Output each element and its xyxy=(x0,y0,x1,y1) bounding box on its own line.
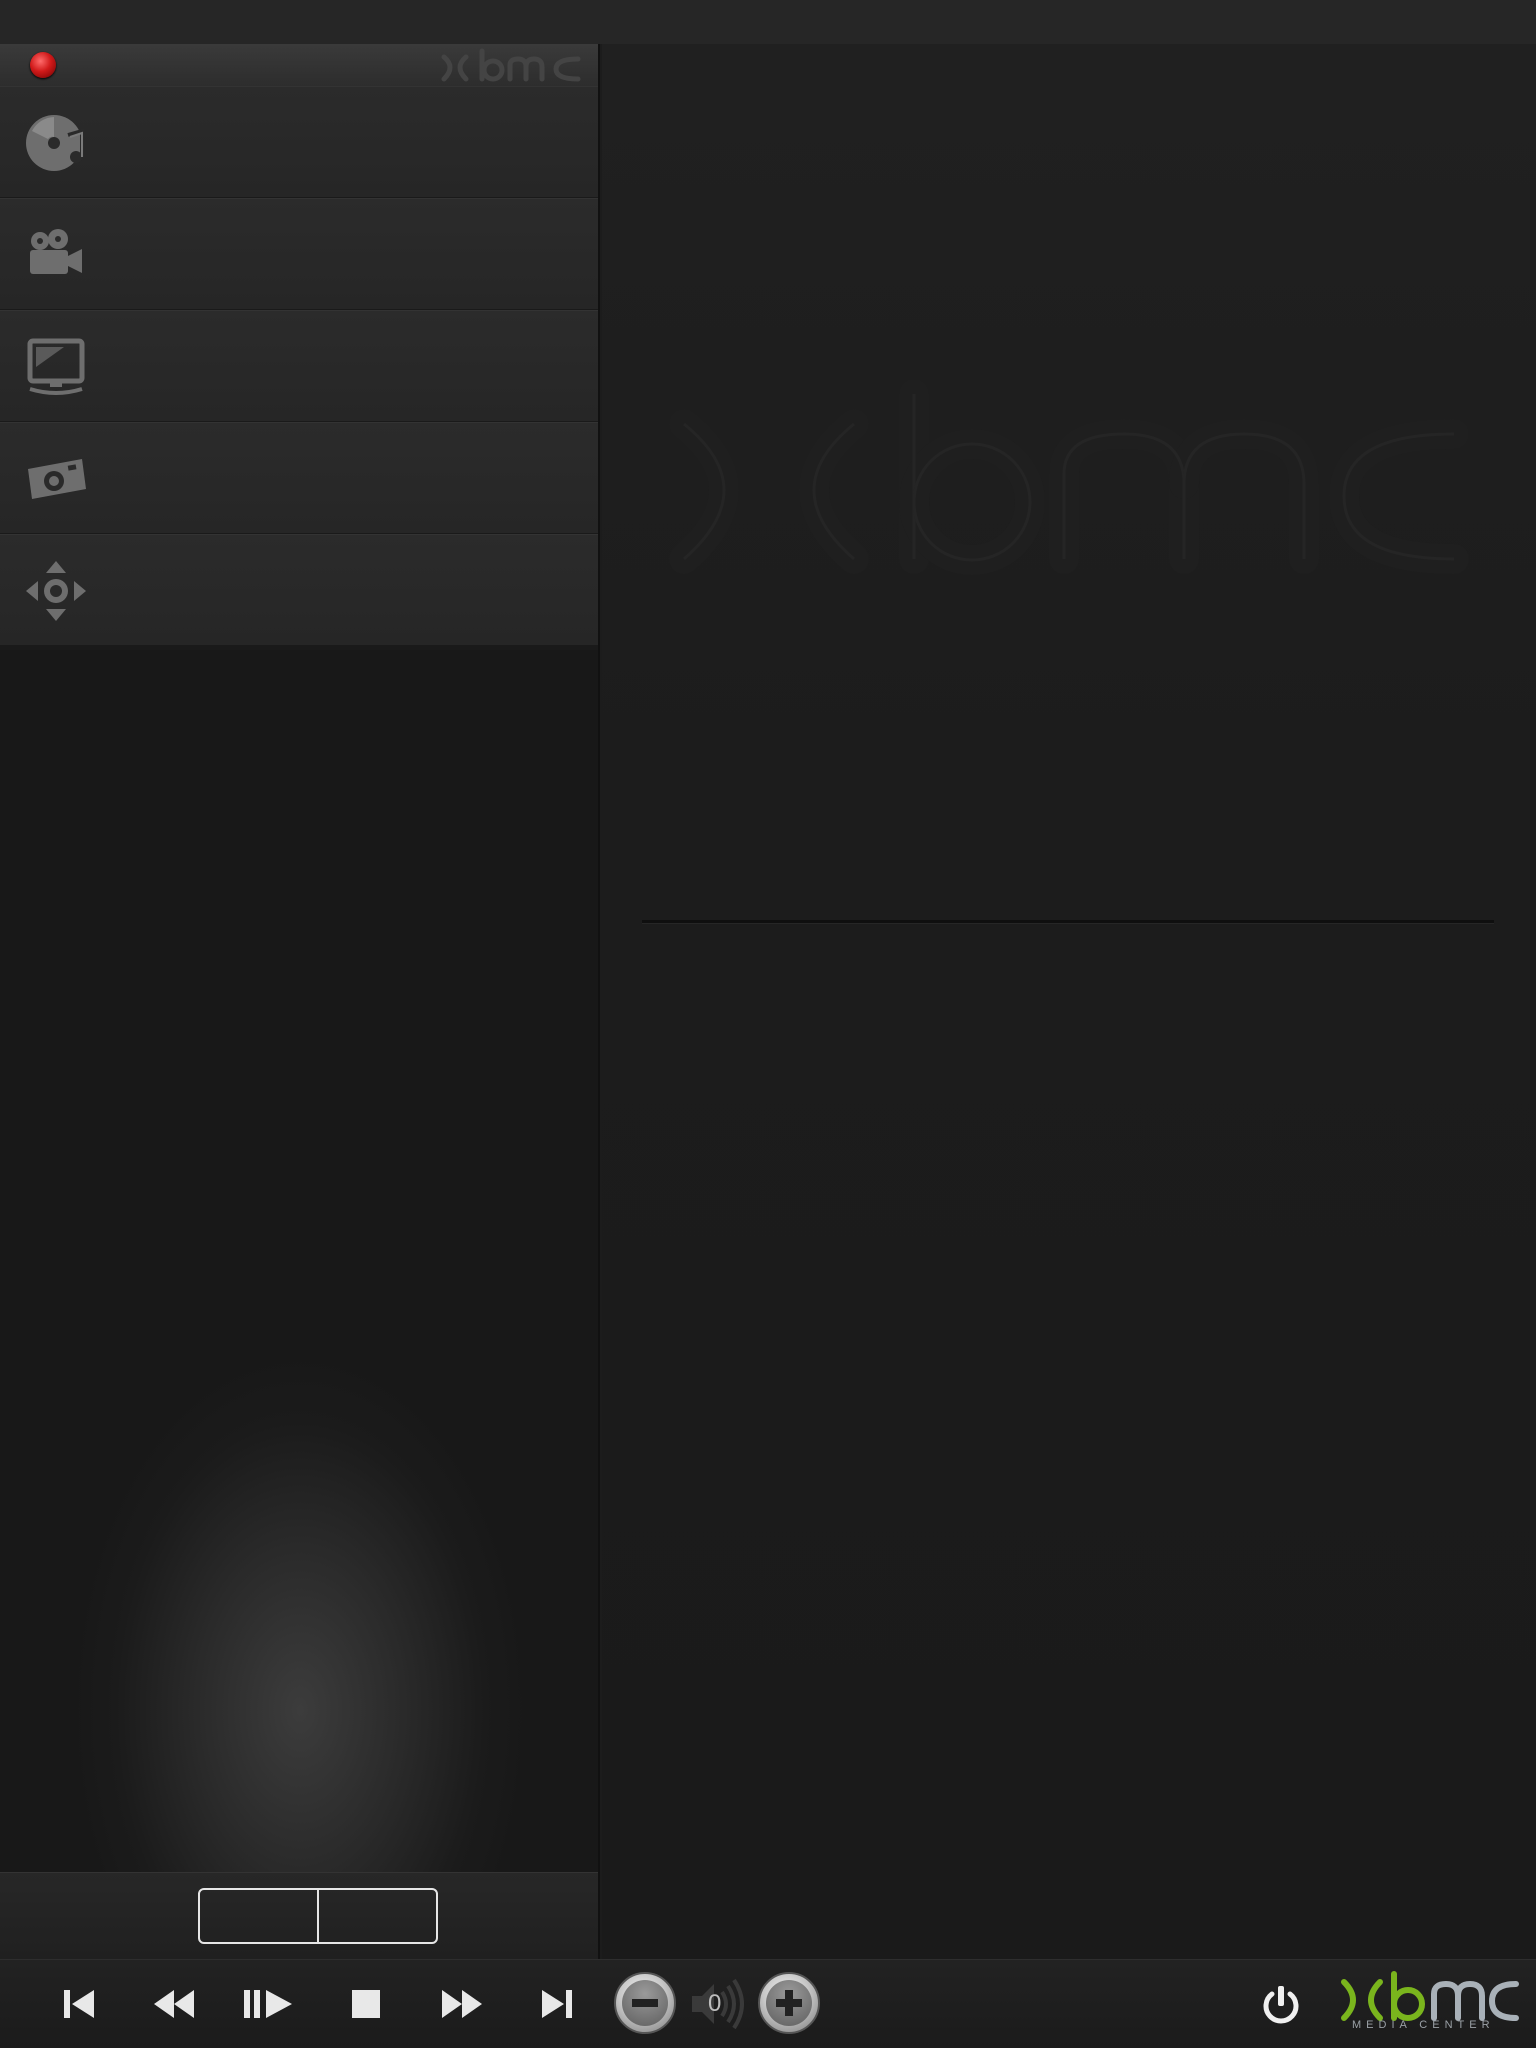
play-pause-icon xyxy=(244,1990,292,2018)
content-divider xyxy=(642,920,1494,923)
movie-camera-icon xyxy=(30,229,82,274)
previous-button[interactable] xyxy=(50,1978,106,2030)
xbmc-watermark-logo xyxy=(669,379,1469,575)
photo-camera-icon xyxy=(28,459,86,499)
play-pause-button[interactable] xyxy=(240,1978,296,2030)
segment-left-button[interactable] xyxy=(200,1890,317,1942)
stop-icon xyxy=(352,1990,380,2018)
dpad-remote-icon xyxy=(26,561,86,621)
rewind-icon xyxy=(154,1990,194,2018)
rewind-button[interactable] xyxy=(146,1978,202,2030)
minus-icon xyxy=(622,1980,668,2026)
power-icon xyxy=(1263,1986,1299,2024)
sidebar xyxy=(0,44,600,1960)
sidebar-content-area xyxy=(0,650,598,1872)
music-disc-icon xyxy=(26,115,84,171)
fast-forward-button[interactable] xyxy=(434,1978,490,2030)
top-status-strip xyxy=(0,0,1536,44)
connection-status-indicator[interactable] xyxy=(30,52,56,78)
playback-toolbar: 0 MEDIA CENTER xyxy=(0,1959,1536,2048)
next-button[interactable] xyxy=(530,1978,586,2030)
main-content xyxy=(602,44,1536,1959)
plus-icon xyxy=(766,1980,812,2026)
menu-item-remote[interactable] xyxy=(0,534,598,646)
segmented-control xyxy=(198,1888,438,1944)
stop-button[interactable] xyxy=(338,1978,394,2030)
tv-monitor-icon xyxy=(27,338,85,395)
sidebar-header xyxy=(0,44,598,87)
volume-down-button[interactable] xyxy=(614,1972,676,2034)
menu-item-tv[interactable] xyxy=(0,310,598,422)
fast-forward-icon xyxy=(442,1990,482,2018)
sidebar-footer xyxy=(0,1872,598,1960)
next-icon xyxy=(542,1990,572,2018)
segment-right-button[interactable] xyxy=(317,1890,436,1942)
xbmc-logo-icon xyxy=(441,48,581,82)
menu-item-pictures[interactable] xyxy=(0,422,598,534)
power-button[interactable] xyxy=(1256,1980,1306,2030)
volume-up-button[interactable] xyxy=(758,1972,820,2034)
brand-subtitle: MEDIA CENTER xyxy=(1352,2019,1495,2031)
previous-icon xyxy=(64,1990,94,2018)
menu-item-movies[interactable] xyxy=(0,198,598,310)
menu-item-music[interactable] xyxy=(0,86,598,198)
sidebar-menu xyxy=(0,86,598,646)
volume-level: 0 xyxy=(708,1990,722,2017)
